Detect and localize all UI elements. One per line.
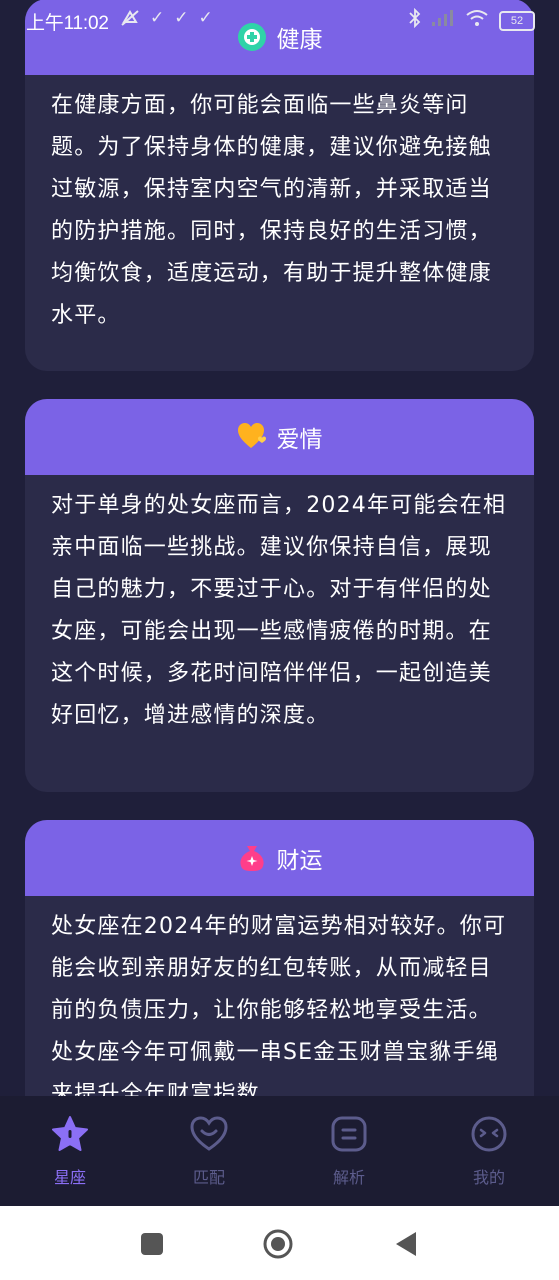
health-card-text: 在健康方面，你可能会面临一些鼻炎等问题。为了保持身体的健康，建议你避免接触过敏源… [51,93,492,328]
tab-horoscope-label: 星座 [53,1168,86,1187]
wealth-card-header: 财运 [25,820,534,896]
back-button[interactable] [394,1230,418,1258]
wealth-card-text: 处女座在2024年的财富运势相对较好。你可能会收到亲朋好友的红包转账，从而减轻目… [51,914,507,1096]
recent-apps-button[interactable] [140,1232,164,1256]
tab-match-label: 匹配 [192,1168,225,1187]
wealth-card-title: 财运 [276,848,323,874]
tab-profile-label: 我的 [472,1168,505,1187]
home-button[interactable] [262,1228,294,1260]
tab-horoscope[interactable]: 星座 [30,1114,110,1188]
analysis-icon [331,1116,367,1152]
wifi-icon [465,9,489,32]
heart-icon [237,422,267,452]
mute-icon [120,8,140,33]
love-card-text: 对于单身的处女座而言，2024年可能会在相亲中面临一些挑战。建议你保持自信，展现… [51,493,507,728]
star-icon [52,1116,88,1151]
bluetooth-icon [409,7,421,33]
bottom-tab-bar: 星座 匹配 解析 我的 [0,1096,559,1206]
love-card-title: 爱情 [276,427,323,453]
money-bag-icon [237,843,267,873]
battery-icon: 52 [499,10,535,31]
love-card: 爱情 对于单身的处女座而言，2024年可能会在相亲中面临一些挑战。建议你保持自信… [25,399,534,792]
heart-face-icon [190,1116,228,1151]
check-icon: ✓ [174,8,189,27]
system-icons: 52 [409,7,535,33]
wealth-card: 财运 处女座在2024年的财富运势相对较好。你可能会收到亲朋好友的红包转账，从而… [25,820,534,1096]
profile-face-icon [471,1116,507,1152]
content-scroll[interactable]: 健康 在健康方面，你可能会面临一些鼻炎等问题。为了保持身体的健康，建议你避免接触… [0,0,559,1096]
notification-icons: ✓ ✓ ✓ [120,8,213,33]
tab-analysis[interactable]: 解析 [309,1114,389,1188]
check-icon: ✓ [198,8,213,27]
tab-match[interactable]: 匹配 [169,1114,249,1188]
signal-icon [431,9,455,32]
system-nav-bar [0,1206,559,1280]
check-icon: ✓ [150,8,165,27]
status-bar: 上午11:02 ✓ ✓ ✓ 52 [0,0,559,42]
tab-profile[interactable]: 我的 [449,1114,529,1188]
love-card-header: 爱情 [25,399,534,475]
status-time: 上午11:02 [26,13,109,34]
health-card: 健康 在健康方面，你可能会面临一些鼻炎等问题。为了保持身体的健康，建议你避免接触… [25,0,534,371]
tab-analysis-label: 解析 [332,1168,365,1187]
